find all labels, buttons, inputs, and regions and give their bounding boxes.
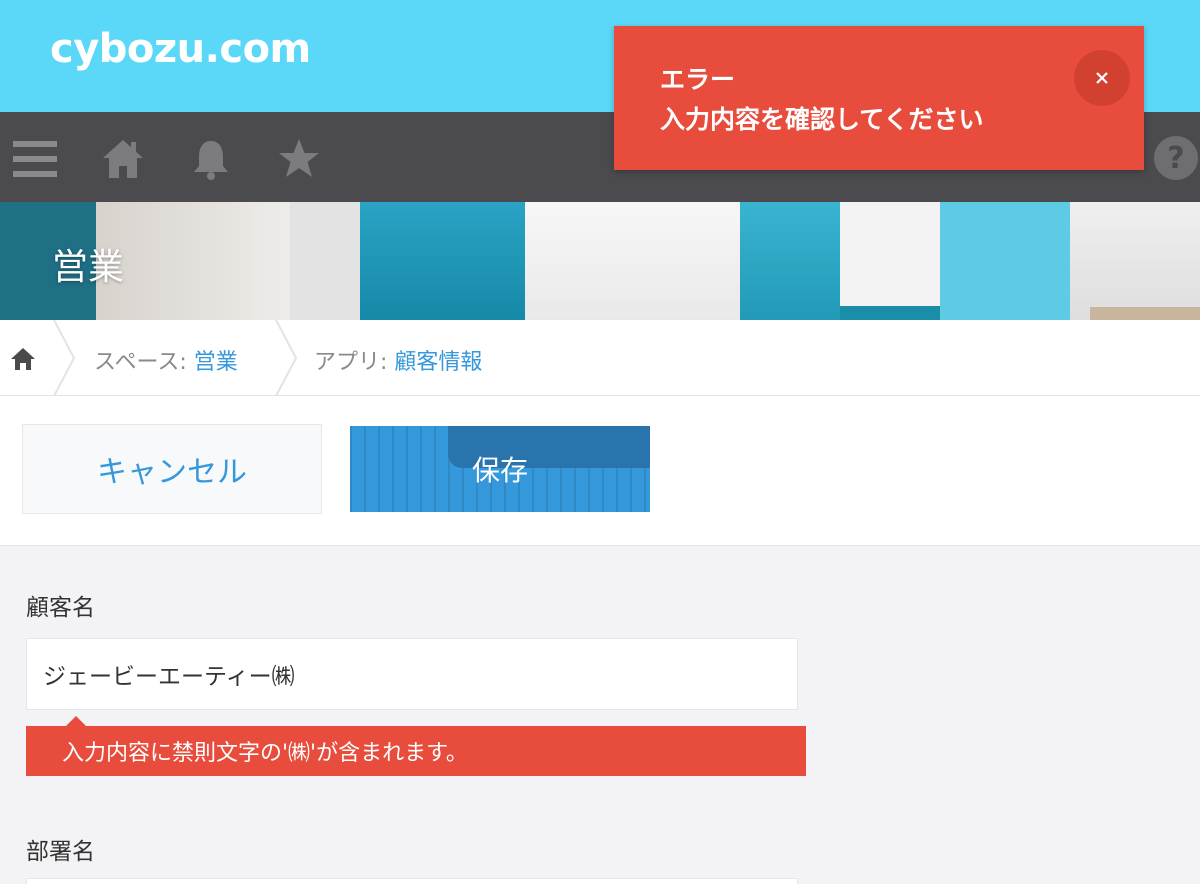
star-icon[interactable]	[274, 134, 324, 184]
error-notification: エラー 入力内容を確認してください	[614, 26, 1144, 170]
breadcrumb-app: アプリ: 顧客情報	[314, 344, 482, 376]
save-button[interactable]: 保存	[350, 426, 650, 512]
breadcrumb-separator	[53, 320, 76, 396]
breadcrumb: スペース: 営業 アプリ: 顧客情報	[0, 320, 1200, 396]
breadcrumb-space-link[interactable]: 営業	[194, 350, 238, 375]
close-icon[interactable]	[1074, 50, 1130, 106]
department-name-label: 部署名	[26, 839, 95, 865]
cybozu-logo[interactable]: cybozu.com	[50, 26, 311, 72]
cancel-button[interactable]: キャンセル	[22, 424, 322, 514]
breadcrumb-separator	[275, 320, 298, 396]
breadcrumb-space-prefix: スペース:	[94, 350, 194, 375]
notification-title: エラー	[660, 65, 736, 94]
customer-name-label: 顧客名	[26, 595, 95, 621]
breadcrumb-home-icon[interactable]	[10, 346, 36, 372]
space-title: 営業	[52, 247, 125, 288]
notification-message: 入力内容を確認してください	[660, 105, 984, 134]
breadcrumb-app-prefix: アプリ:	[314, 350, 395, 375]
customer-name-error: 入力内容に禁則文字の'㈱'が含まれます。	[26, 716, 806, 776]
breadcrumb-app-link[interactable]: 顧客情報	[394, 350, 482, 375]
home-icon[interactable]	[98, 134, 148, 184]
bell-icon[interactable]	[186, 134, 236, 184]
department-name-input[interactable]	[26, 878, 798, 884]
space-banner	[0, 202, 1200, 320]
menu-icon[interactable]	[10, 134, 60, 184]
save-button-label: 保存	[471, 454, 528, 487]
breadcrumb-space: スペース: 営業	[94, 344, 238, 376]
customer-name-input[interactable]: ジェービーエーティー㈱	[26, 638, 798, 710]
help-icon[interactable]: ?	[1154, 136, 1198, 180]
